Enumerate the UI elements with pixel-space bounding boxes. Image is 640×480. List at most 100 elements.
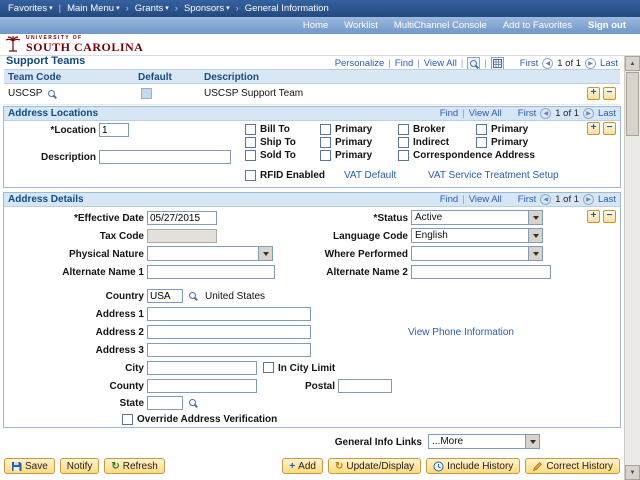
- first-link[interactable]: First: [518, 108, 536, 119]
- add-row-button[interactable]: +: [587, 122, 600, 135]
- sold-to-primary-checkbox[interactable]: [320, 150, 331, 161]
- language-code-label: Language Code: [332, 231, 408, 242]
- last-link[interactable]: Last: [598, 108, 616, 119]
- indirect-checkbox[interactable]: [398, 137, 409, 148]
- team-code-lookup-icon[interactable]: [48, 90, 55, 97]
- update-display-button[interactable]: ↻ Update/Display: [327, 458, 422, 474]
- find-link[interactable]: Find: [395, 58, 413, 69]
- address2-input[interactable]: [147, 325, 311, 339]
- country-lookup-icon[interactable]: [189, 292, 196, 299]
- effective-date-input[interactable]: [147, 211, 217, 225]
- breadcrumb-separator-icon: ›: [235, 3, 239, 14]
- country-input[interactable]: [147, 289, 183, 303]
- sold-to-checkbox[interactable]: [245, 150, 256, 161]
- first-link[interactable]: First: [520, 58, 538, 69]
- nav-sponsors[interactable]: Sponsors ▾: [184, 3, 230, 14]
- next-row-icon[interactable]: ▶: [583, 108, 595, 119]
- nav-grants[interactable]: Grants ▾: [135, 3, 169, 14]
- next-row-icon[interactable]: ▶: [585, 58, 597, 69]
- home-link[interactable]: Home: [303, 20, 328, 31]
- find-link[interactable]: Find: [440, 108, 458, 119]
- save-button[interactable]: Save: [4, 458, 55, 474]
- postal-input[interactable]: [338, 379, 392, 393]
- address3-input[interactable]: [147, 343, 311, 357]
- physical-nature-select[interactable]: [147, 246, 273, 261]
- add-button[interactable]: + Add: [282, 458, 323, 474]
- view-phone-information-link[interactable]: View Phone Information: [408, 327, 514, 338]
- where-performed-select[interactable]: [411, 246, 543, 261]
- add-row-button[interactable]: +: [587, 87, 600, 100]
- indirect-primary-label: Primary: [491, 137, 529, 148]
- nav-main-menu[interactable]: Main Menu ▾: [67, 3, 120, 14]
- breadcrumb-separator-icon: ›: [174, 3, 178, 14]
- delete-row-button[interactable]: −: [603, 87, 616, 100]
- address-details-header: Address Details Find | View All First ◀ …: [4, 193, 620, 207]
- vat-default-link[interactable]: VAT Default: [344, 170, 396, 181]
- in-city-limit-checkbox[interactable]: [263, 362, 274, 373]
- refresh-button[interactable]: ↻ Refresh: [104, 458, 165, 474]
- state-lookup-icon[interactable]: [189, 399, 196, 406]
- status-label: *Status: [373, 213, 408, 224]
- broker-checkbox[interactable]: [398, 124, 409, 135]
- alternate-name1-input[interactable]: [147, 265, 275, 279]
- bill-to-primary-checkbox[interactable]: [320, 124, 331, 135]
- ship-to-primary-checkbox[interactable]: [320, 137, 331, 148]
- delete-row-button[interactable]: −: [603, 210, 616, 223]
- scrollbar-thumb[interactable]: [626, 72, 639, 136]
- broker-primary-checkbox[interactable]: [476, 124, 487, 135]
- alternate-name2-input[interactable]: [411, 265, 551, 279]
- include-history-button[interactable]: Include History: [426, 458, 521, 474]
- ship-to-primary-label: Primary: [335, 137, 373, 148]
- last-link[interactable]: Last: [600, 58, 618, 69]
- view-all-link[interactable]: View All: [469, 194, 502, 205]
- scroll-up-icon[interactable]: ▲: [625, 56, 640, 71]
- status-select[interactable]: Active: [411, 210, 543, 225]
- vat-service-treatment-setup-link[interactable]: VAT Service Treatment Setup: [428, 170, 559, 181]
- general-info-links-select[interactable]: ...More: [428, 434, 540, 449]
- notify-button[interactable]: Notify: [59, 458, 100, 474]
- correct-history-button[interactable]: Correct History: [525, 458, 620, 474]
- override-address-verification-checkbox[interactable]: [122, 414, 133, 425]
- last-link[interactable]: Last: [598, 194, 616, 205]
- ship-to-checkbox[interactable]: [245, 137, 256, 148]
- delete-row-button[interactable]: −: [603, 122, 616, 135]
- refresh-icon: ↻: [111, 460, 120, 472]
- sold-to-label: Sold To: [260, 150, 296, 161]
- default-checkbox[interactable]: [141, 88, 152, 99]
- location-input[interactable]: [99, 123, 129, 137]
- correspondence-address-checkbox[interactable]: [398, 150, 409, 161]
- sign-out-link[interactable]: Sign out: [588, 20, 626, 31]
- bill-to-checkbox[interactable]: [245, 124, 256, 135]
- city-input[interactable]: [147, 361, 257, 375]
- personalize-link[interactable]: Personalize: [335, 58, 385, 69]
- update-display-label: Update/Display: [346, 460, 415, 472]
- view-all-link[interactable]: View All: [469, 108, 502, 119]
- breadcrumb-separator-icon: ›: [125, 3, 129, 14]
- country-label: Country: [105, 291, 144, 302]
- worklist-link[interactable]: Worklist: [344, 20, 378, 31]
- language-code-select[interactable]: English: [411, 228, 543, 243]
- indirect-primary-checkbox[interactable]: [476, 137, 487, 148]
- county-input[interactable]: [147, 379, 257, 393]
- state-input[interactable]: [147, 396, 183, 410]
- next-row-icon[interactable]: ▶: [583, 194, 595, 205]
- view-all-link[interactable]: View All: [424, 58, 457, 69]
- address-details-title: Address Details: [8, 194, 84, 205]
- scroll-down-icon[interactable]: ▼: [625, 465, 640, 480]
- add-to-favorites-link[interactable]: Add to Favorites: [503, 20, 572, 31]
- find-link[interactable]: Find: [440, 194, 458, 205]
- col-header-default: Default: [138, 72, 172, 83]
- previous-row-icon[interactable]: ◀: [540, 108, 552, 119]
- multichannel-console-link[interactable]: MultiChannel Console: [394, 20, 487, 31]
- address1-input[interactable]: [147, 307, 311, 321]
- first-link[interactable]: First: [518, 194, 536, 205]
- nav-favorites[interactable]: Favorites ▾: [8, 3, 53, 14]
- previous-row-icon[interactable]: ◀: [540, 194, 552, 205]
- description-input[interactable]: [99, 150, 231, 164]
- nav-current-page: General Information: [244, 3, 329, 14]
- previous-row-icon[interactable]: ◀: [542, 58, 554, 69]
- add-row-button[interactable]: +: [587, 210, 600, 223]
- team-code-value: USCSP: [8, 88, 43, 99]
- rfid-enabled-checkbox[interactable]: [245, 170, 256, 181]
- vertical-scrollbar[interactable]: ▲ ▼: [624, 56, 640, 480]
